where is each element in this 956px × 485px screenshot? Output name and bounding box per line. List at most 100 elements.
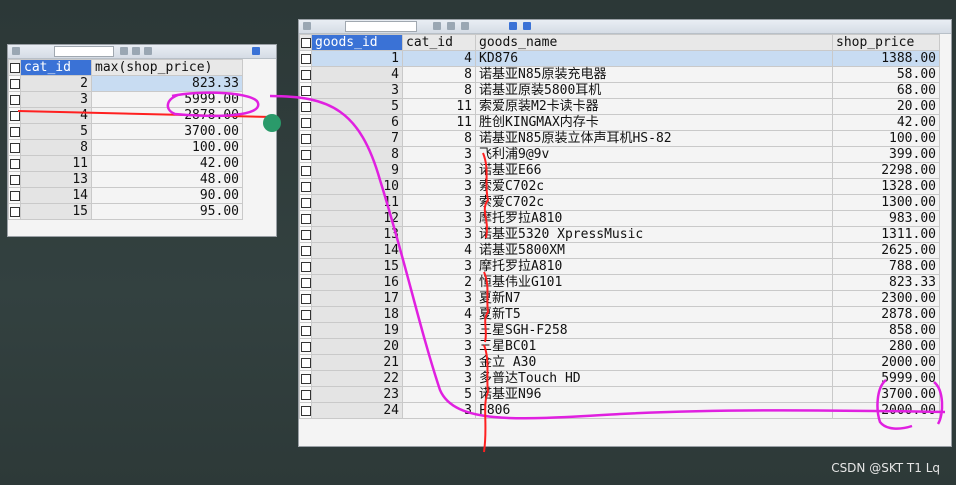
grid-icon[interactable] bbox=[120, 47, 128, 55]
export-icon[interactable] bbox=[12, 47, 20, 55]
table-row[interactable]: 11 3 索爱C702c 1300.00 bbox=[299, 194, 940, 211]
row-checkbox[interactable] bbox=[299, 258, 312, 275]
form-icon[interactable] bbox=[132, 47, 140, 55]
row-checkbox[interactable] bbox=[8, 203, 21, 220]
table-row[interactable]: 18 4 夏新T5 2878.00 bbox=[299, 306, 940, 323]
table-row[interactable]: 17 3 夏新N7 2300.00 bbox=[299, 290, 940, 307]
cell-cat-id[interactable]: 3 bbox=[402, 370, 476, 387]
cell-cat-id[interactable]: 3 bbox=[402, 178, 476, 195]
row-checkbox[interactable] bbox=[299, 370, 312, 387]
select-all-checkbox[interactable] bbox=[299, 34, 312, 51]
row-checkbox[interactable] bbox=[299, 130, 312, 147]
column-header-cat-id[interactable]: cat_id bbox=[402, 34, 476, 51]
cell-goods-id[interactable]: 8 bbox=[311, 146, 403, 163]
table-row[interactable]: 8 3 飞利浦9@9v 399.00 bbox=[299, 146, 940, 163]
cell-goods-id[interactable]: 12 bbox=[311, 210, 403, 227]
cell-shop-price[interactable]: 42.00 bbox=[832, 114, 940, 131]
grid-view-icon[interactable] bbox=[252, 47, 260, 55]
row-checkbox[interactable] bbox=[299, 162, 312, 179]
cell-cat-id[interactable]: 8 bbox=[20, 139, 92, 156]
row-checkbox[interactable] bbox=[299, 386, 312, 403]
table-row[interactable]: 15 3 摩托罗拉A810 788.00 bbox=[299, 258, 940, 275]
cell-goods-name[interactable]: 索爱原装M2卡读卡器 bbox=[475, 98, 833, 115]
cell-cat-id[interactable]: 3 bbox=[402, 258, 476, 275]
cell-shop-price[interactable]: 1388.00 bbox=[832, 50, 940, 67]
cell-cat-id[interactable]: 5 bbox=[402, 386, 476, 403]
column-header-cat-id[interactable]: cat_id bbox=[20, 59, 92, 76]
table-row[interactable]: 10 3 索爱C702c 1328.00 bbox=[299, 178, 940, 195]
row-checkbox[interactable] bbox=[299, 290, 312, 307]
cell-max-shop-price[interactable]: 100.00 bbox=[91, 139, 243, 156]
cell-goods-name[interactable]: 恒基伟业G101 bbox=[475, 274, 833, 291]
row-checkbox[interactable] bbox=[8, 171, 21, 188]
row-checkbox[interactable] bbox=[299, 338, 312, 355]
table-row[interactable]: 3 5999.00 bbox=[8, 91, 243, 108]
cell-goods-id[interactable]: 18 bbox=[311, 306, 403, 323]
cell-goods-id[interactable]: 11 bbox=[311, 194, 403, 211]
cell-goods-name[interactable]: 索爱C702c bbox=[475, 194, 833, 211]
cell-shop-price[interactable]: 1300.00 bbox=[832, 194, 940, 211]
cell-cat-id[interactable]: 13 bbox=[20, 171, 92, 188]
table-row[interactable]: 19 3 三星SGH-F258 858.00 bbox=[299, 322, 940, 339]
cell-shop-price[interactable]: 858.00 bbox=[832, 322, 940, 339]
cell-goods-name[interactable]: 诺基亚5800XM bbox=[475, 242, 833, 259]
cell-goods-name[interactable]: 诺基亚原装5800耳机 bbox=[475, 82, 833, 99]
cell-goods-id[interactable]: 16 bbox=[311, 274, 403, 291]
cell-goods-name[interactable]: 三星SGH-F258 bbox=[475, 322, 833, 339]
cell-goods-name[interactable]: 三星BC01 bbox=[475, 338, 833, 355]
table-row[interactable]: 7 8 诺基亚N85原装立体声耳机HS-82 100.00 bbox=[299, 130, 940, 147]
cell-goods-id[interactable]: 19 bbox=[311, 322, 403, 339]
cell-max-shop-price[interactable]: 823.33 bbox=[91, 75, 243, 92]
cell-shop-price[interactable]: 280.00 bbox=[832, 338, 940, 355]
cell-max-shop-price[interactable]: 95.00 bbox=[91, 203, 243, 220]
cell-goods-id[interactable]: 24 bbox=[311, 402, 403, 419]
cell-cat-id[interactable]: 4 bbox=[402, 306, 476, 323]
row-checkbox[interactable] bbox=[299, 402, 312, 419]
table-row[interactable]: 22 3 多普达Touch HD 5999.00 bbox=[299, 370, 940, 387]
table-row[interactable]: 4 2878.00 bbox=[8, 107, 243, 124]
cell-goods-id[interactable]: 20 bbox=[311, 338, 403, 355]
column-header-max-shop-price[interactable]: max(shop_price) bbox=[91, 59, 243, 76]
cell-shop-price[interactable]: 823.33 bbox=[832, 274, 940, 291]
row-checkbox[interactable] bbox=[8, 187, 21, 204]
cell-cat-id[interactable]: 8 bbox=[402, 82, 476, 99]
row-checkbox[interactable] bbox=[299, 354, 312, 371]
cell-goods-name[interactable]: 摩托罗拉A810 bbox=[475, 210, 833, 227]
text-icon[interactable] bbox=[144, 47, 152, 55]
row-checkbox[interactable] bbox=[299, 146, 312, 163]
cell-goods-name[interactable]: 诺基亚N85原装充电器 bbox=[475, 66, 833, 83]
row-checkbox[interactable] bbox=[299, 306, 312, 323]
row-checkbox[interactable] bbox=[8, 155, 21, 172]
cell-max-shop-price[interactable]: 2878.00 bbox=[91, 107, 243, 124]
cell-cat-id[interactable]: 4 bbox=[402, 50, 476, 67]
row-checkbox[interactable] bbox=[299, 274, 312, 291]
cell-goods-id[interactable]: 7 bbox=[311, 130, 403, 147]
cell-goods-name[interactable]: 诺基亚N85原装立体声耳机HS-82 bbox=[475, 130, 833, 147]
table-row[interactable]: 1 4 KD876 1388.00 bbox=[299, 50, 940, 67]
cell-shop-price[interactable]: 2625.00 bbox=[832, 242, 940, 259]
row-checkbox[interactable] bbox=[299, 98, 312, 115]
cell-goods-name[interactable]: 索爱C702c bbox=[475, 178, 833, 195]
cell-goods-name[interactable]: P806 bbox=[475, 402, 833, 419]
cell-cat-id[interactable]: 15 bbox=[20, 203, 92, 220]
cell-cat-id[interactable]: 3 bbox=[402, 338, 476, 355]
grid-view-icon[interactable] bbox=[509, 22, 517, 30]
table-row[interactable]: 21 3 金立 A30 2000.00 bbox=[299, 354, 940, 371]
table-row[interactable]: 4 8 诺基亚N85原装充电器 58.00 bbox=[299, 66, 940, 83]
cell-max-shop-price[interactable]: 5999.00 bbox=[91, 91, 243, 108]
cell-shop-price[interactable]: 20.00 bbox=[832, 98, 940, 115]
table-row[interactable]: 5 3700.00 bbox=[8, 123, 243, 140]
table-row[interactable]: 3 8 诺基亚原装5800耳机 68.00 bbox=[299, 82, 940, 99]
table-row[interactable]: 20 3 三星BC01 280.00 bbox=[299, 338, 940, 355]
cell-cat-id[interactable]: 2 bbox=[402, 274, 476, 291]
table-row[interactable]: 8 100.00 bbox=[8, 139, 243, 156]
column-header-goods-id[interactable]: goods_id bbox=[311, 34, 403, 51]
cell-cat-id[interactable]: 3 bbox=[402, 290, 476, 307]
cell-cat-id[interactable]: 3 bbox=[20, 91, 92, 108]
cell-shop-price[interactable]: 1311.00 bbox=[832, 226, 940, 243]
table-row[interactable]: 14 4 诺基亚5800XM 2625.00 bbox=[299, 242, 940, 259]
table-row[interactable]: 24 3 P806 2000.00 bbox=[299, 402, 940, 419]
cell-goods-name[interactable]: 胜创KINGMAX内存卡 bbox=[475, 114, 833, 131]
cell-cat-id[interactable]: 3 bbox=[402, 210, 476, 227]
row-checkbox[interactable] bbox=[299, 66, 312, 83]
